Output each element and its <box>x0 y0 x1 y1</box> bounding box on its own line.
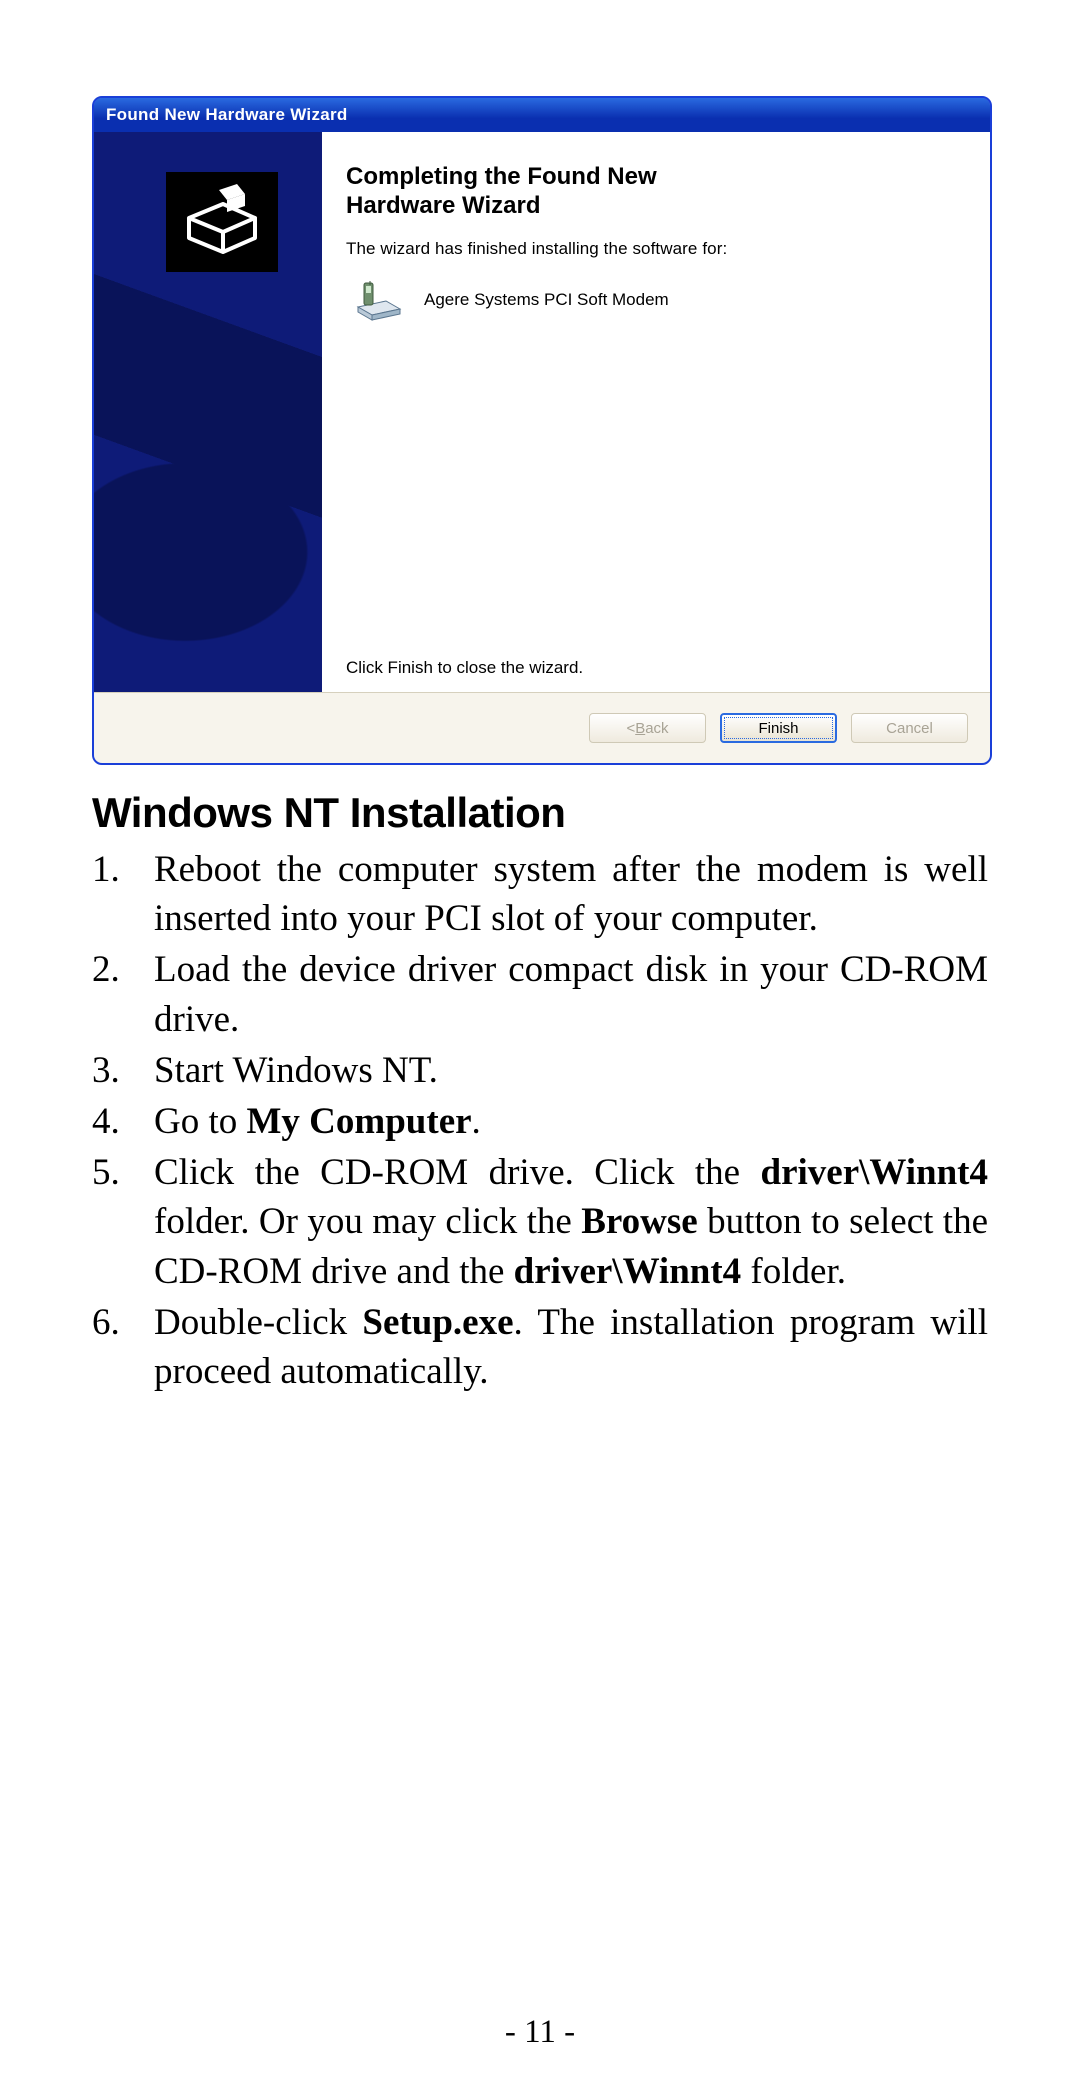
wizard-bottom-note: Click Finish to close the wizard. <box>346 658 583 678</box>
back-button[interactable]: < Back <box>589 713 706 743</box>
wizard-heading-line2: Hardware Wizard <box>346 192 541 219</box>
wizard-subtext: The wizard has finished installing the s… <box>346 239 966 259</box>
installed-device-row: Agere Systems PCI Soft Modem <box>352 279 966 321</box>
section-heading: Windows NT Installation <box>92 789 988 837</box>
dialog-button-row: < Back Finish Cancel <box>94 692 990 763</box>
step-6: Double-click Setup.exe. The installation… <box>92 1298 988 1396</box>
wizard-heading-line1: Completing the Found New <box>346 163 657 190</box>
page-number: - 11 - <box>0 2014 1080 2051</box>
dialog-titlebar: Found New Hardware Wizard <box>94 98 990 132</box>
wizard-content-pane: Completing the Found New Hardware Wizard… <box>322 132 990 692</box>
modem-icon <box>352 279 404 321</box>
finish-button[interactable]: Finish <box>720 713 837 743</box>
step-4: Go to My Computer. <box>92 1097 988 1146</box>
step-3: Start Windows NT. <box>92 1046 988 1095</box>
step-1: Reboot the computer system after the mod… <box>92 845 988 943</box>
install-steps: Reboot the computer system after the mod… <box>92 845 988 1396</box>
wizard-heading: Completing the Found New Hardware Wizard <box>346 162 966 221</box>
wizard-side-illustration <box>94 132 322 692</box>
document-page: Found New Hardware Wizard <box>0 0 1080 2097</box>
step-5: Click the CD-ROM drive. Click the driver… <box>92 1148 988 1296</box>
hardware-wizard-dialog: Found New Hardware Wizard <box>92 96 992 765</box>
device-name: Agere Systems PCI Soft Modem <box>424 290 669 310</box>
cancel-button[interactable]: Cancel <box>851 713 968 743</box>
step-2: Load the device driver compact disk in y… <box>92 945 988 1043</box>
dialog-title: Found New Hardware Wizard <box>106 105 348 125</box>
wizard-logo-icon <box>166 172 278 272</box>
